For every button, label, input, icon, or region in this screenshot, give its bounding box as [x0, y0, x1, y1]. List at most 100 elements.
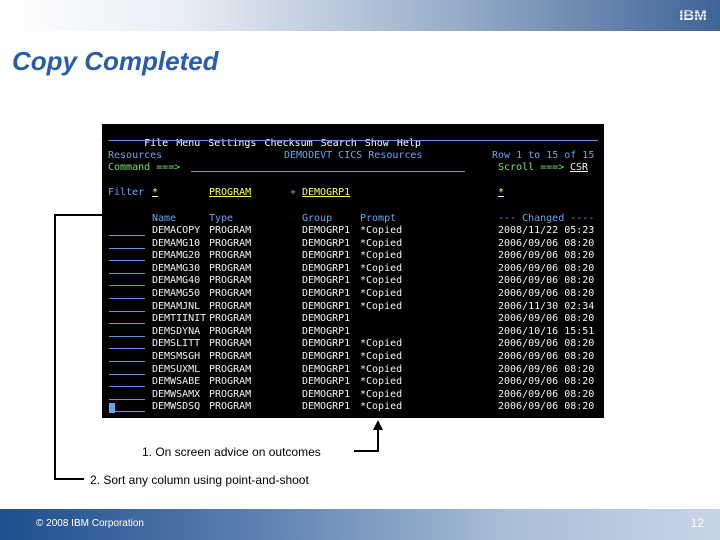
table-cell-name: DEMSDYNA	[152, 325, 201, 337]
table-cell-type: PROGRAM	[209, 250, 252, 262]
row-command-input[interactable]	[109, 260, 145, 262]
table-cell-changed: 2006/09/06 08:20	[498, 401, 595, 413]
table-cell-prompt: *Copied	[360, 250, 403, 262]
row-command-input[interactable]	[109, 285, 145, 287]
column-header-type[interactable]: Type	[209, 213, 233, 225]
table-cell-group: DEMOGRP1	[302, 325, 351, 337]
table-cell-group: DEMOGRP1	[302, 275, 351, 287]
table-cell-name: DEMWSABE	[152, 376, 201, 388]
table-cell-prompt: *Copied	[360, 262, 403, 274]
row-command-input[interactable]	[109, 398, 145, 400]
header-bar: IBM	[0, 0, 720, 31]
ibm-logo: IBM	[674, 7, 712, 24]
column-header-prompt[interactable]: Prompt	[360, 213, 396, 225]
table-cell-prompt: *Copied	[360, 288, 403, 299]
row-command-input[interactable]	[109, 298, 145, 299]
filter-group-input[interactable]: DEMOGRP1	[302, 187, 350, 199]
svg-text:IBM: IBM	[679, 7, 707, 24]
callout-line-vertical-left	[54, 214, 56, 480]
table-cell-changed: 2006/09/06 08:20	[498, 338, 595, 350]
column-header-name[interactable]: Name	[152, 213, 176, 225]
command-label: Command ===>	[108, 162, 181, 173]
column-header-group[interactable]: Group	[302, 213, 332, 225]
callout-outcomes: 1. On screen advice on outcomes	[142, 445, 321, 459]
row-command-input[interactable]	[109, 348, 145, 350]
table-cell-group: DEMOGRP1	[302, 401, 351, 413]
table-cell-name: DEMAMJNL	[152, 300, 201, 312]
row-command-input[interactable]	[109, 323, 145, 325]
table-cell-type: PROGRAM	[209, 275, 252, 287]
callout-line-vertical-right	[377, 430, 379, 452]
row-info: Row 1 to 15 of 15	[492, 150, 595, 161]
panel-name: Resources	[108, 150, 163, 161]
table-cell-type: PROGRAM	[209, 388, 252, 400]
row-command-input[interactable]	[109, 310, 145, 312]
page-number: 12	[690, 516, 704, 530]
copyright-text: © 2008 IBM Corporation	[36, 518, 144, 529]
row-command-input[interactable]	[109, 272, 145, 274]
table-cell-group: DEMOGRP1	[302, 300, 351, 312]
table-cell-prompt: *Copied	[360, 300, 403, 312]
command-input[interactable]	[191, 171, 465, 172]
table-cell-name: DEMAMG50	[152, 288, 201, 299]
table-cell-group: DEMOGRP1	[302, 338, 351, 350]
table-cell-name: DEMAMG20	[152, 250, 201, 262]
table-cell-type: PROGRAM	[209, 300, 252, 312]
table-cell-name: DEMSUXML	[152, 363, 201, 375]
table-cell-changed: 2006/10/16 15:51	[498, 325, 595, 337]
table-cell-changed: 2006/09/06 08:20	[498, 275, 595, 287]
table-cell-type: PROGRAM	[209, 262, 252, 274]
table-cell-name: DEMWSDSQ	[152, 401, 201, 413]
table-cell-changed: 2006/09/06 08:20	[498, 262, 595, 274]
filter-name-input[interactable]: *	[152, 187, 158, 199]
table-cell-prompt: *Copied	[360, 237, 403, 249]
menu-separator	[108, 140, 598, 141]
table-cell-group: DEMOGRP1	[302, 351, 351, 362]
table-cell-group: DEMOGRP1	[302, 225, 351, 236]
table-cell-type: PROGRAM	[209, 351, 252, 362]
table-cell-changed: 2006/09/06 08:20	[498, 351, 595, 362]
table-cell-name: DEMACOPY	[152, 225, 201, 236]
row-command-input[interactable]	[109, 335, 145, 337]
table-cell-changed: 2006/09/06 08:20	[498, 313, 595, 325]
table-cell-group: DEMOGRP1	[302, 237, 351, 249]
table-cell-prompt: *Copied	[360, 225, 403, 236]
row-command-input[interactable]	[109, 235, 145, 236]
table-cell-type: PROGRAM	[209, 376, 252, 388]
table-cell-group: DEMOGRP1	[302, 313, 351, 325]
table-cell-type: PROGRAM	[209, 313, 252, 325]
row-command-input[interactable]	[109, 247, 145, 249]
table-cell-type: PROGRAM	[209, 288, 252, 299]
table-cell-name: DEMTIINIT	[152, 313, 207, 325]
callout-sort: 2. Sort any column using point-and-shoot	[90, 473, 309, 487]
row-command-input[interactable]	[109, 373, 145, 375]
table-cell-changed: 2006/11/30 02:34	[498, 300, 595, 312]
table-cell-prompt: *Copied	[360, 401, 403, 413]
row-command-input[interactable]	[109, 361, 145, 362]
table-cell-name: DEMAMG10	[152, 237, 201, 249]
table-cell-group: DEMOGRP1	[302, 388, 351, 400]
column-header-changed[interactable]: --- Changed ----	[498, 213, 594, 225]
callout-line-horizontal-top	[54, 214, 128, 216]
table-cell-group: DEMOGRP1	[302, 376, 351, 388]
table-cell-type: PROGRAM	[209, 363, 252, 375]
table-cell-name: DEMSLITT	[152, 338, 201, 350]
panel-title: DEMODEVT CICS Resources	[284, 150, 423, 161]
table-cell-group: DEMOGRP1	[302, 288, 351, 299]
table-cell-changed: 2006/09/06 08:20	[498, 250, 595, 262]
filter-type-input[interactable]: PROGRAM	[209, 187, 251, 199]
text-cursor	[109, 403, 115, 413]
scroll-input[interactable]: CSR	[570, 162, 588, 174]
callout-line-horizontal-right	[354, 450, 379, 452]
table-cell-name: DEMAMG40	[152, 275, 201, 287]
row-command-input[interactable]	[109, 386, 145, 388]
table-cell-changed: 2008/11/22 05:23	[498, 225, 595, 236]
table-cell-type: PROGRAM	[209, 225, 252, 236]
table-cell-prompt: *Copied	[360, 388, 403, 400]
filter-changed-input[interactable]: *	[498, 187, 504, 199]
table-cell-prompt: *Copied	[360, 363, 403, 375]
table-cell-type: PROGRAM	[209, 325, 252, 337]
table-cell-changed: 2006/09/06 08:20	[498, 237, 595, 249]
table-cell-type: PROGRAM	[209, 401, 252, 413]
table-cell-name: DEMAMG30	[152, 262, 201, 274]
